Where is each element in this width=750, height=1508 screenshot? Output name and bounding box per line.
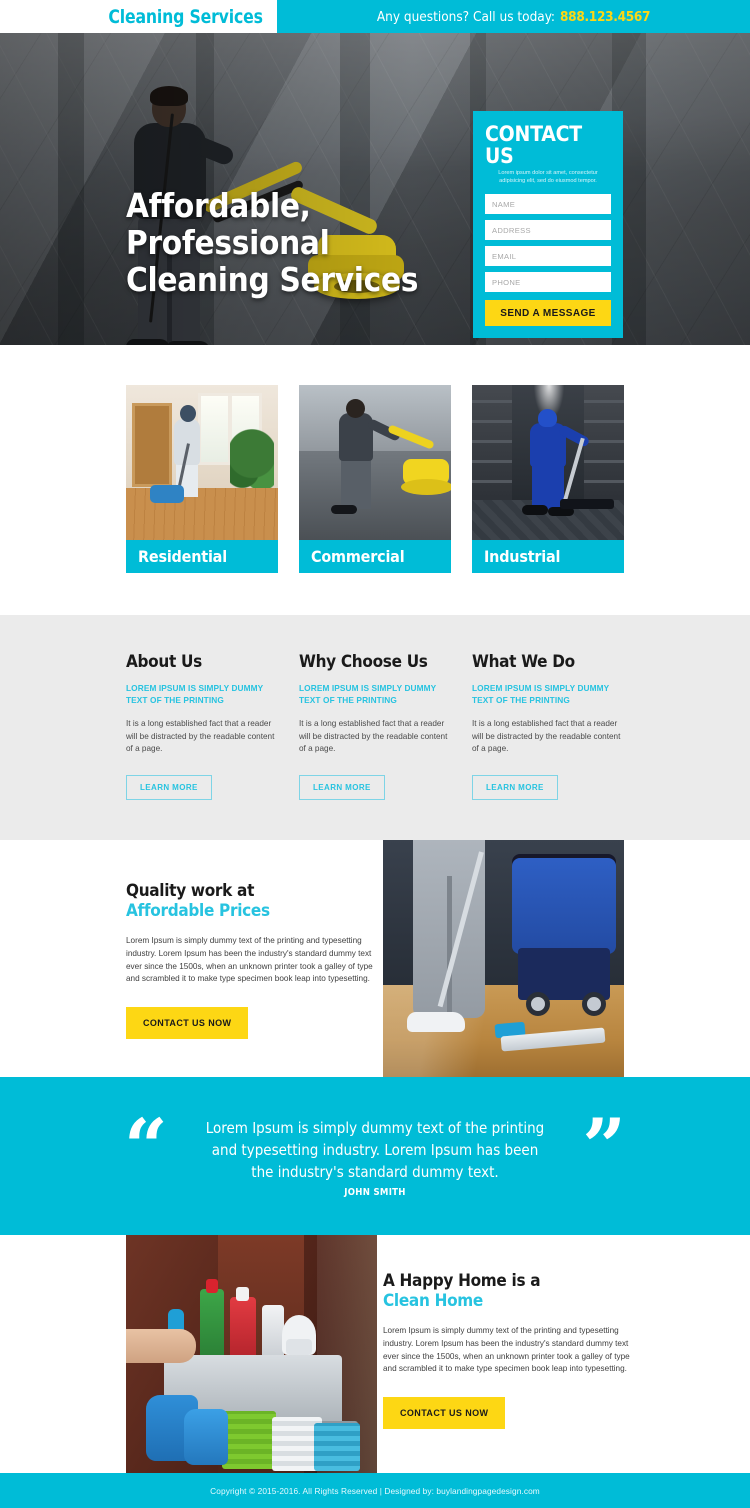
feature-body: It is a long established fact that a rea… — [126, 719, 275, 753]
contact-form: CONTACT US Lorem ipsum dolor sit amet, c… — [473, 111, 623, 338]
feature-subtitle: LOREM IPSUM IS SIMPLY DUMMY TEXT OF THE … — [299, 683, 437, 705]
service-card-residential[interactable]: Residential — [126, 385, 278, 573]
happy-home-body: Lorem Ipsum is simply dummy text of the … — [383, 1326, 630, 1374]
contact-us-now-button[interactable]: CONTACT US NOW — [383, 1397, 506, 1430]
quality-image — [383, 840, 624, 1077]
hero-section: Affordable, Professional Cleaning Servic… — [0, 33, 750, 345]
footer-copyright-text: Copyright © 2015-2016. All Rights Reserv… — [210, 1485, 540, 1496]
top-header-bar: Cleaning Services Any questions? Call us… — [0, 0, 750, 33]
happy-home-text-block: A Happy Home is a Clean Home Lorem Ipsum… — [383, 1271, 633, 1430]
feature-title: Why Choose Us — [299, 652, 428, 672]
features-section: About Us LOREM IPSUM IS SIMPLY DUMMY TEX… — [0, 615, 750, 840]
happy-home-title-line2: Clean Home — [383, 1291, 483, 1311]
quality-title-line1: Quality work at — [126, 881, 255, 901]
testimonial-text: Lorem Ipsum is simply dummy text of the … — [205, 1119, 545, 1181]
feature-body: It is a long established fact that a rea… — [472, 719, 621, 753]
learn-more-button[interactable]: LEARN MORE — [472, 774, 558, 800]
quote-close-icon: ” — [582, 1102, 626, 1191]
footer: Copyright © 2015-2016. All Rights Reserv… — [0, 1473, 750, 1508]
service-card-label: Industrial — [472, 540, 624, 573]
learn-more-button[interactable]: LEARN MORE — [126, 774, 212, 800]
quality-body: Lorem Ipsum is simply dummy text of the … — [126, 936, 373, 984]
hero-headline-line1: Affordable, Professional — [126, 186, 330, 262]
phone-input[interactable] — [485, 272, 611, 293]
feature-about-us: About Us LOREM IPSUM IS SIMPLY DUMMY TEX… — [126, 652, 277, 800]
service-card-label: Commercial — [299, 540, 451, 573]
service-card-image-industrial — [472, 385, 624, 540]
header-question-text: Any questions? Call us today: — [376, 8, 556, 25]
quality-title-line2: Affordable Prices — [126, 901, 270, 921]
hero-headline-line2: Cleaning Services — [126, 260, 419, 299]
feature-subtitle: LOREM IPSUM IS SIMPLY DUMMY TEXT OF THE … — [126, 683, 264, 705]
quality-section: Quality work at Affordable Prices Lorem … — [0, 840, 750, 1077]
services-section: Residential Commercial Industrial — [0, 345, 750, 615]
feature-title: About Us — [126, 652, 202, 672]
feature-subtitle: LOREM IPSUM IS SIMPLY DUMMY TEXT OF THE … — [472, 683, 610, 705]
testimonial-author: JOHN SMITH — [344, 1187, 406, 1198]
quote-open-icon: “ — [124, 1102, 168, 1191]
feature-why-choose-us: Why Choose Us LOREM IPSUM IS SIMPLY DUMM… — [299, 652, 450, 800]
hero-headline: Affordable, Professional Cleaning Servic… — [126, 187, 486, 298]
feature-title: What We Do — [472, 652, 575, 672]
service-card-image-residential — [126, 385, 278, 540]
name-input[interactable] — [485, 194, 611, 215]
features-row: About Us LOREM IPSUM IS SIMPLY DUMMY TEX… — [126, 652, 624, 800]
contact-form-title: CONTACT US — [485, 122, 582, 168]
header-contact-strip: Any questions? Call us today: 888.123.45… — [277, 0, 750, 33]
email-input[interactable] — [485, 246, 611, 267]
logo-container[interactable]: Cleaning Services — [0, 0, 277, 33]
testimonial-section: “ ” Lorem Ipsum is simply dummy text of … — [0, 1077, 750, 1235]
send-message-button[interactable]: SEND A MESSAGE — [485, 300, 611, 327]
service-card-image-commercial — [299, 385, 451, 540]
feature-body: It is a long established fact that a rea… — [299, 719, 448, 753]
contact-form-subtitle: Lorem ipsum dolor sit amet, consectetur … — [498, 170, 598, 184]
happy-home-title-line1: A Happy Home is a — [383, 1271, 541, 1291]
happy-home-section: A Happy Home is a Clean Home Lorem Ipsum… — [0, 1235, 750, 1473]
header-phone-number[interactable]: 888.123.4567 — [560, 9, 650, 25]
happy-home-image — [126, 1235, 377, 1473]
contact-us-now-button[interactable]: CONTACT US NOW — [126, 1007, 249, 1040]
service-card-industrial[interactable]: Industrial — [472, 385, 624, 573]
quality-text-block: Quality work at Affordable Prices Lorem … — [126, 881, 376, 1040]
address-input[interactable] — [485, 220, 611, 241]
learn-more-button[interactable]: LEARN MORE — [299, 774, 385, 800]
site-logo: Cleaning Services — [108, 5, 264, 28]
service-cards-row: Residential Commercial Industrial — [126, 385, 624, 573]
service-card-label: Residential — [126, 540, 278, 573]
feature-what-we-do: What We Do LOREM IPSUM IS SIMPLY DUMMY T… — [472, 652, 623, 800]
service-card-commercial[interactable]: Commercial — [299, 385, 451, 573]
landing-page: Cleaning Services Any questions? Call us… — [0, 0, 750, 1508]
